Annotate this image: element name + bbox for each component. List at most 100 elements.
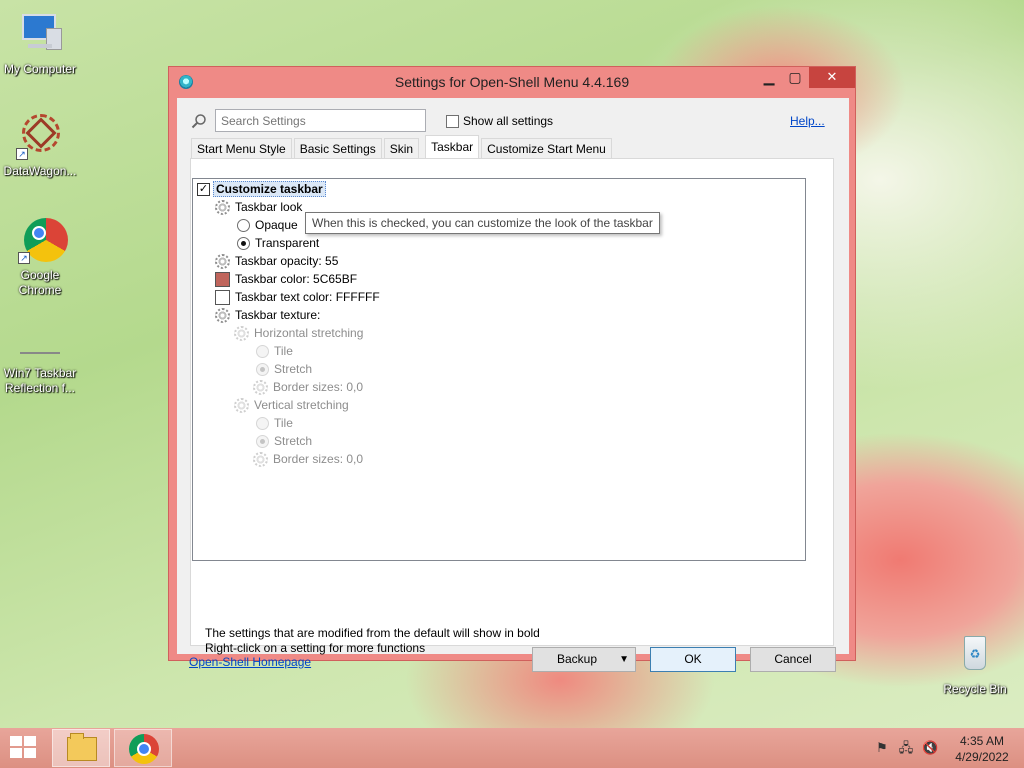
desktop-icon-datawagon[interactable]: ↗ DataWagon... (0, 112, 80, 179)
title-bar[interactable]: Settings for Open-Shell Menu 4.4.169 ▁ ▢… (169, 67, 855, 97)
search-icon (191, 114, 206, 129)
desktop-icon-label: Google Chrome (18, 268, 62, 297)
taskbar: ⚑ 🖧 🔇 4:35 AM 4/29/2022 (0, 728, 1024, 768)
settings-tree[interactable]: ✓ Customize taskbar Taskbar look Opaque … (192, 178, 806, 561)
chrome-icon: ↗ (16, 216, 68, 264)
checked-checkbox-icon[interactable]: ✓ (197, 182, 210, 196)
cancel-button[interactable]: Cancel (750, 647, 836, 672)
desktop-icon-win7-taskbar-reflection[interactable]: Win7 Taskbar Reflection f... (0, 340, 80, 396)
start-button[interactable] (10, 736, 38, 760)
tab-customize-start-menu[interactable]: Customize Start Menu (481, 138, 612, 158)
setting-vertical-stretching: Vertical stretching (234, 396, 349, 414)
setting-horizontal-stretch: Stretch (256, 360, 312, 378)
setting-label: Taskbar text color: FFFFFF (235, 290, 380, 304)
setting-taskbar-opacity[interactable]: Taskbar opacity: 55 (215, 252, 338, 270)
desktop-icon-google-chrome[interactable]: ↗ Google Chrome (0, 216, 80, 298)
setting-vertical-tile: Tile (256, 414, 293, 432)
setting-taskbar-text-color[interactable]: Taskbar text color: FFFFFF (215, 288, 380, 306)
desktop-icon-my-computer[interactable]: My Computer (0, 10, 80, 77)
search-settings-input[interactable] (215, 109, 426, 132)
gear-icon (234, 397, 249, 413)
bold-settings-note: The settings that are modified from the … (205, 626, 540, 640)
setting-horizontal-border-sizes: Border sizes: 0,0 (253, 378, 363, 396)
radio-button-selected (256, 362, 269, 376)
setting-label: Taskbar opacity: 55 (235, 254, 339, 268)
setting-label: Stretch (274, 362, 313, 376)
close-button[interactable]: ✕ (809, 67, 855, 88)
desktop-icon-label: My Computer (3, 62, 77, 76)
setting-customize-taskbar[interactable]: ✓ Customize taskbar (197, 180, 326, 198)
maximize-button[interactable]: ▢ (781, 67, 809, 88)
tab-skin[interactable]: Skin (383, 138, 420, 158)
dialog-client-area: Show all settings Help... Start Menu Sty… (177, 98, 849, 672)
setting-opaque[interactable]: Opaque (237, 216, 298, 234)
color-swatch[interactable] (215, 271, 230, 287)
setting-transparent[interactable]: Transparent (237, 234, 319, 252)
radio-button (256, 416, 269, 430)
gear-icon (253, 379, 268, 395)
setting-horizontal-tile: Tile (256, 342, 293, 360)
setting-horizontal-stretching: Horizontal stretching (234, 324, 363, 342)
right-click-note: Right-click on a setting for more functi… (205, 641, 426, 655)
network-icon[interactable]: 🖧 (898, 740, 914, 756)
tab-basic-settings[interactable]: Basic Settings (293, 138, 382, 158)
settings-window: Settings for Open-Shell Menu 4.4.169 ▁ ▢… (168, 66, 856, 672)
clock-date: 4/29/2022 (955, 750, 1009, 764)
tab-strip: Start Menu Style Basic Settings Skin Tas… (191, 135, 614, 159)
setting-label: Horizontal stretching (254, 326, 364, 340)
shortcut-arrow-icon: ↗ (16, 148, 28, 160)
setting-label: Taskbar color: 5C65BF (235, 272, 358, 286)
system-clock[interactable]: 4:35 AM 4/29/2022 (950, 733, 1014, 765)
radio-button-selected[interactable] (237, 236, 250, 250)
backup-button-label: Backup (557, 652, 598, 666)
setting-taskbar-look[interactable]: Taskbar look (215, 198, 302, 216)
help-link[interactable]: Help... (790, 114, 825, 128)
tab-taskbar[interactable]: Taskbar (425, 135, 480, 159)
backup-button[interactable]: Backup ▼ (532, 647, 636, 672)
desktop-icon-label: Win7 Taskbar Reflection f... (3, 366, 77, 395)
radio-button[interactable] (237, 218, 250, 232)
open-shell-homepage-link[interactable]: Open-Shell Homepage (189, 655, 311, 669)
color-swatch[interactable] (215, 289, 230, 305)
folder-icon (67, 733, 97, 761)
gear-icon (253, 451, 268, 467)
ok-button[interactable]: OK (650, 647, 736, 672)
chrome-icon (129, 734, 159, 764)
shortcut-arrow-icon: ↗ (18, 252, 30, 264)
windows-logo-icon (10, 736, 22, 746)
volume-muted-icon[interactable]: 🔇 (922, 740, 938, 756)
setting-vertical-stretch: Stretch (256, 432, 312, 450)
computer-icon (16, 10, 64, 58)
taskbar-chrome[interactable] (114, 729, 172, 767)
setting-label: Border sizes: 0,0 (273, 452, 364, 466)
checkbox-box[interactable] (446, 114, 459, 128)
recycle-bin-icon: ♻ (951, 630, 999, 678)
tab-start-menu-style[interactable]: Start Menu Style (191, 138, 292, 158)
action-center-flag-icon[interactable]: ⚑ (874, 740, 890, 756)
desktop-icon-label: Recycle Bin (943, 682, 1007, 696)
clock-time: 4:35 AM (959, 734, 1005, 748)
show-all-settings-label: Show all settings (463, 114, 554, 128)
setting-vertical-border-sizes: Border sizes: 0,0 (253, 450, 363, 468)
taskbar-file-explorer[interactable] (52, 729, 110, 767)
datawagon-logo-icon: ↗ (16, 112, 64, 160)
setting-label: Customize taskbar (213, 181, 326, 197)
setting-label: Border sizes: 0,0 (273, 380, 364, 394)
windows-logo-pane (24, 748, 36, 758)
desktop-icon-recycle-bin[interactable]: ♻ Recycle Bin (935, 630, 1015, 697)
setting-label: Stretch (274, 434, 313, 448)
gear-icon (215, 253, 230, 269)
minimize-button[interactable]: ▁ (755, 67, 783, 88)
setting-label: Tile (274, 344, 293, 358)
gear-icon (234, 325, 249, 341)
show-all-settings-checkbox[interactable]: Show all settings (446, 114, 553, 128)
window-title: Settings for Open-Shell Menu 4.4.169 (394, 74, 630, 90)
setting-taskbar-color[interactable]: Taskbar color: 5C65BF (215, 270, 357, 288)
dropdown-arrow-icon: ▼ (619, 654, 629, 665)
windows-logo-pane (24, 736, 36, 746)
setting-taskbar-texture[interactable]: Taskbar texture: (215, 306, 320, 324)
windows-logo-pane (10, 748, 22, 758)
radio-button (256, 344, 269, 358)
tooltip: When this is checked, you can customize … (305, 212, 660, 234)
taskbar-reflection-icon (16, 340, 64, 362)
